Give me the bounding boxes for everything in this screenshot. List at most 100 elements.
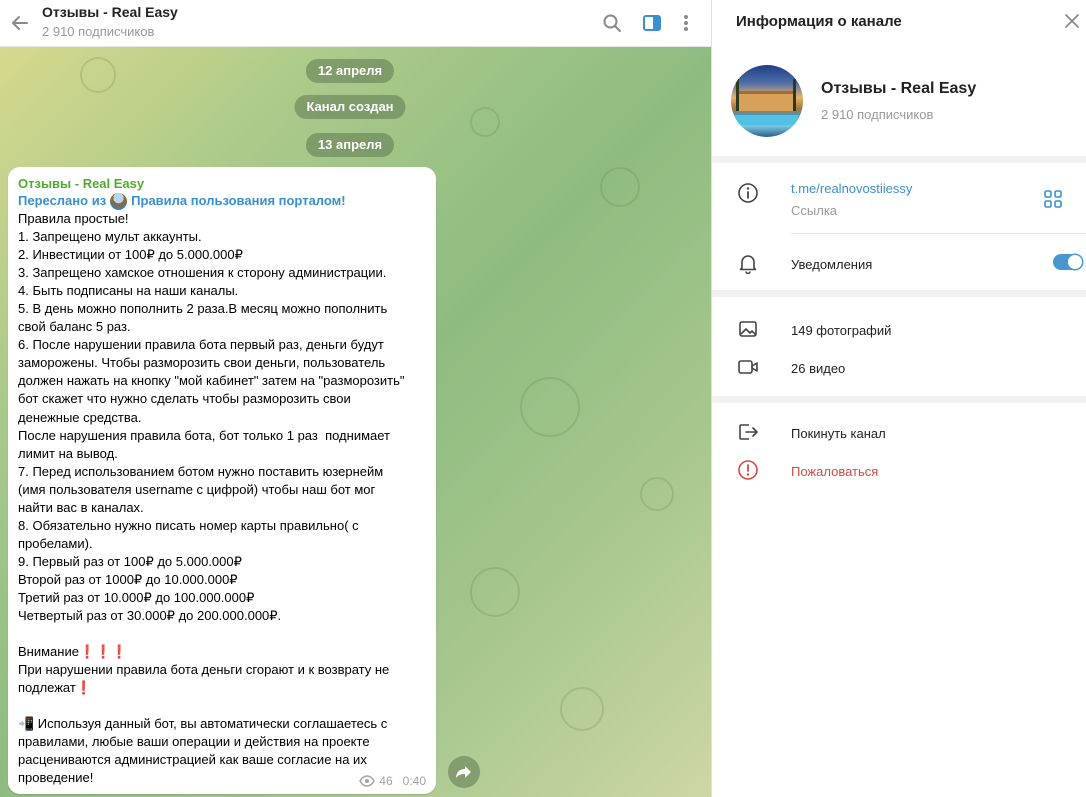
back-button[interactable] <box>6 9 34 37</box>
background-doodle <box>640 477 674 511</box>
actions-section: Покинуть канал Пожаловаться <box>712 403 1086 797</box>
bell-icon-wrap <box>736 251 760 275</box>
message-line: лимит на вывод. <box>18 445 118 461</box>
info-icon <box>738 183 758 203</box>
report-button[interactable]: Пожаловаться <box>791 464 878 479</box>
leave-icon-wrap <box>736 420 760 444</box>
chat-panel: Отзывы - Real Easy 2 910 подписчиков 12 … <box>0 0 711 797</box>
message-line: найти вас в каналах. <box>18 499 144 515</box>
photo-icon-wrap <box>736 317 760 341</box>
message-line: пробелами). <box>18 535 93 551</box>
channel-name: Отзывы - Real Easy <box>821 80 977 97</box>
message-line: Четвертый раз от 30.000₽ до 200.000.000₽… <box>18 608 282 624</box>
message-line: 8. Обязательно нужно писать номер карты … <box>18 517 359 533</box>
message-line <box>18 625 426 643</box>
background-doodle <box>520 377 580 437</box>
avatar-palm <box>736 79 739 111</box>
chat-header: Отзывы - Real Easy 2 910 подписчиков <box>0 0 711 47</box>
qr-code-icon <box>1044 190 1062 208</box>
date-separator: 13 апреля <box>305 133 395 157</box>
toggle-knob <box>1068 255 1082 269</box>
image-icon <box>739 321 757 337</box>
photos-item[interactable]: 149 фотографий <box>791 323 891 338</box>
background-doodle <box>470 107 500 137</box>
bell-icon <box>739 255 757 274</box>
chat-subscribers: 2 910 подписчиков <box>42 24 155 39</box>
message-line: подлежат❗️ <box>18 680 93 696</box>
media-section: 149 фотографий 26 видео <box>712 297 1086 396</box>
forwarded-source[interactable]: Правила пользования порталом! <box>131 192 345 210</box>
avatar-house <box>739 91 795 111</box>
message-line <box>18 697 426 715</box>
message-text: Правила простые! 1. Запрещено мульт аккау… <box>18 210 426 788</box>
search-icon <box>603 14 621 32</box>
message-time: 0:40 <box>402 774 426 788</box>
video-icon-wrap <box>736 355 760 379</box>
message-line: заморожены. Чтобы разморозить свои деньг… <box>18 355 386 371</box>
message-line: 📲 Используя данный бот, вы автоматически… <box>18 716 388 732</box>
more-vertical-icon <box>684 15 688 31</box>
message-line: 5. В день можно пополнить 2 раза.В месяц… <box>18 301 388 317</box>
share-arrow-icon <box>456 766 471 778</box>
report-icon-wrap <box>736 458 760 482</box>
channel-subscribers: 2 910 подписчиков <box>821 107 934 122</box>
forwarded-prefix: Переслано из <box>18 193 107 208</box>
row-divider <box>791 233 1086 234</box>
message-line: Правила простые! <box>18 211 129 226</box>
view-count: 46 <box>379 774 393 788</box>
notifications-toggle[interactable] <box>1053 254 1083 270</box>
more-button[interactable] <box>672 9 700 37</box>
channel-info-panel: Информация о канале Отзывы - Real Easy 2… <box>711 0 1086 797</box>
message-line: (имя пользователя username с цифрой) что… <box>18 481 376 497</box>
date-separator: 12 апреля <box>305 59 395 83</box>
videos-item[interactable]: 26 видео <box>791 361 845 376</box>
message-line: 1. Запрещено мульт аккаунты. <box>18 229 202 245</box>
message-line: правилами, любые ваши операции и действи… <box>18 734 370 750</box>
message-line: 3. Запрещено хамское отношения к сторону… <box>18 265 387 281</box>
background-doodle <box>470 567 520 617</box>
message-line: свой баланс 5 раз. <box>18 319 131 335</box>
info-icon-wrap <box>736 181 760 205</box>
arrow-left-icon <box>12 16 28 30</box>
channel-link[interactable]: t.me/realnovostiiessy <box>791 181 912 196</box>
forwarded-avatar <box>110 192 128 210</box>
avatar-palm <box>793 79 796 111</box>
message-line: бот скажет что нужно сделать чтобы размо… <box>18 391 351 407</box>
message-line: должен нажать на кнопку "мой кабинет" за… <box>18 373 405 389</box>
share-button[interactable] <box>448 756 480 788</box>
background-doodle <box>80 57 116 93</box>
close-icon <box>1065 14 1079 28</box>
message-line: После нарушения правила бота, бот только… <box>18 427 391 443</box>
message-author[interactable]: Отзывы - Real Easy <box>18 175 426 192</box>
message-line: денежные средства. <box>18 409 142 425</box>
message-line: 2. Инвестиции от 100₽ до 5.000.000₽ <box>18 247 243 263</box>
leave-icon <box>739 424 758 440</box>
eye-icon <box>359 775 376 787</box>
message-bubble[interactable]: Отзывы - Real Easy Переслано из Правила … <box>8 167 436 794</box>
info-title: Информация о канале <box>736 13 902 30</box>
sidebar-icon <box>643 15 661 31</box>
notifications-label[interactable]: Уведомления <box>791 257 872 272</box>
message-meta: 46 0:40 <box>359 774 426 788</box>
search-button[interactable] <box>598 9 626 37</box>
message-line: расцениваются администрацией как ваше со… <box>18 752 367 768</box>
channel-avatar[interactable] <box>731 65 803 137</box>
profile-section <box>712 42 1086 156</box>
forwarded-header[interactable]: Переслано из Правила пользования портало… <box>18 192 426 210</box>
message-line: Третий раз от 10.000₽ до 100.000.000₽ <box>18 589 255 605</box>
message-line: 6. После нарушении правила бота первый р… <box>18 337 384 353</box>
leave-channel-button[interactable]: Покинуть канал <box>791 426 886 441</box>
message-line: 9. Первый раз от 100₽ до 5.000.000₽ <box>18 553 242 569</box>
message-line: 7. Перед использованием ботом нужно пост… <box>18 463 384 479</box>
message-line: При нарушении правила бота деньги сгораю… <box>18 662 390 678</box>
chat-title[interactable]: Отзывы - Real Easy <box>42 4 178 20</box>
service-message: Канал создан <box>294 95 406 119</box>
video-camera-icon <box>738 360 758 374</box>
qr-code-button[interactable] <box>1041 187 1065 211</box>
warning-icon <box>738 460 758 480</box>
background-doodle <box>560 687 604 731</box>
avatar-pool <box>731 115 803 125</box>
background-doodle <box>600 167 640 207</box>
close-button[interactable] <box>1059 8 1085 34</box>
toggle-sidebar-button[interactable] <box>638 9 666 37</box>
